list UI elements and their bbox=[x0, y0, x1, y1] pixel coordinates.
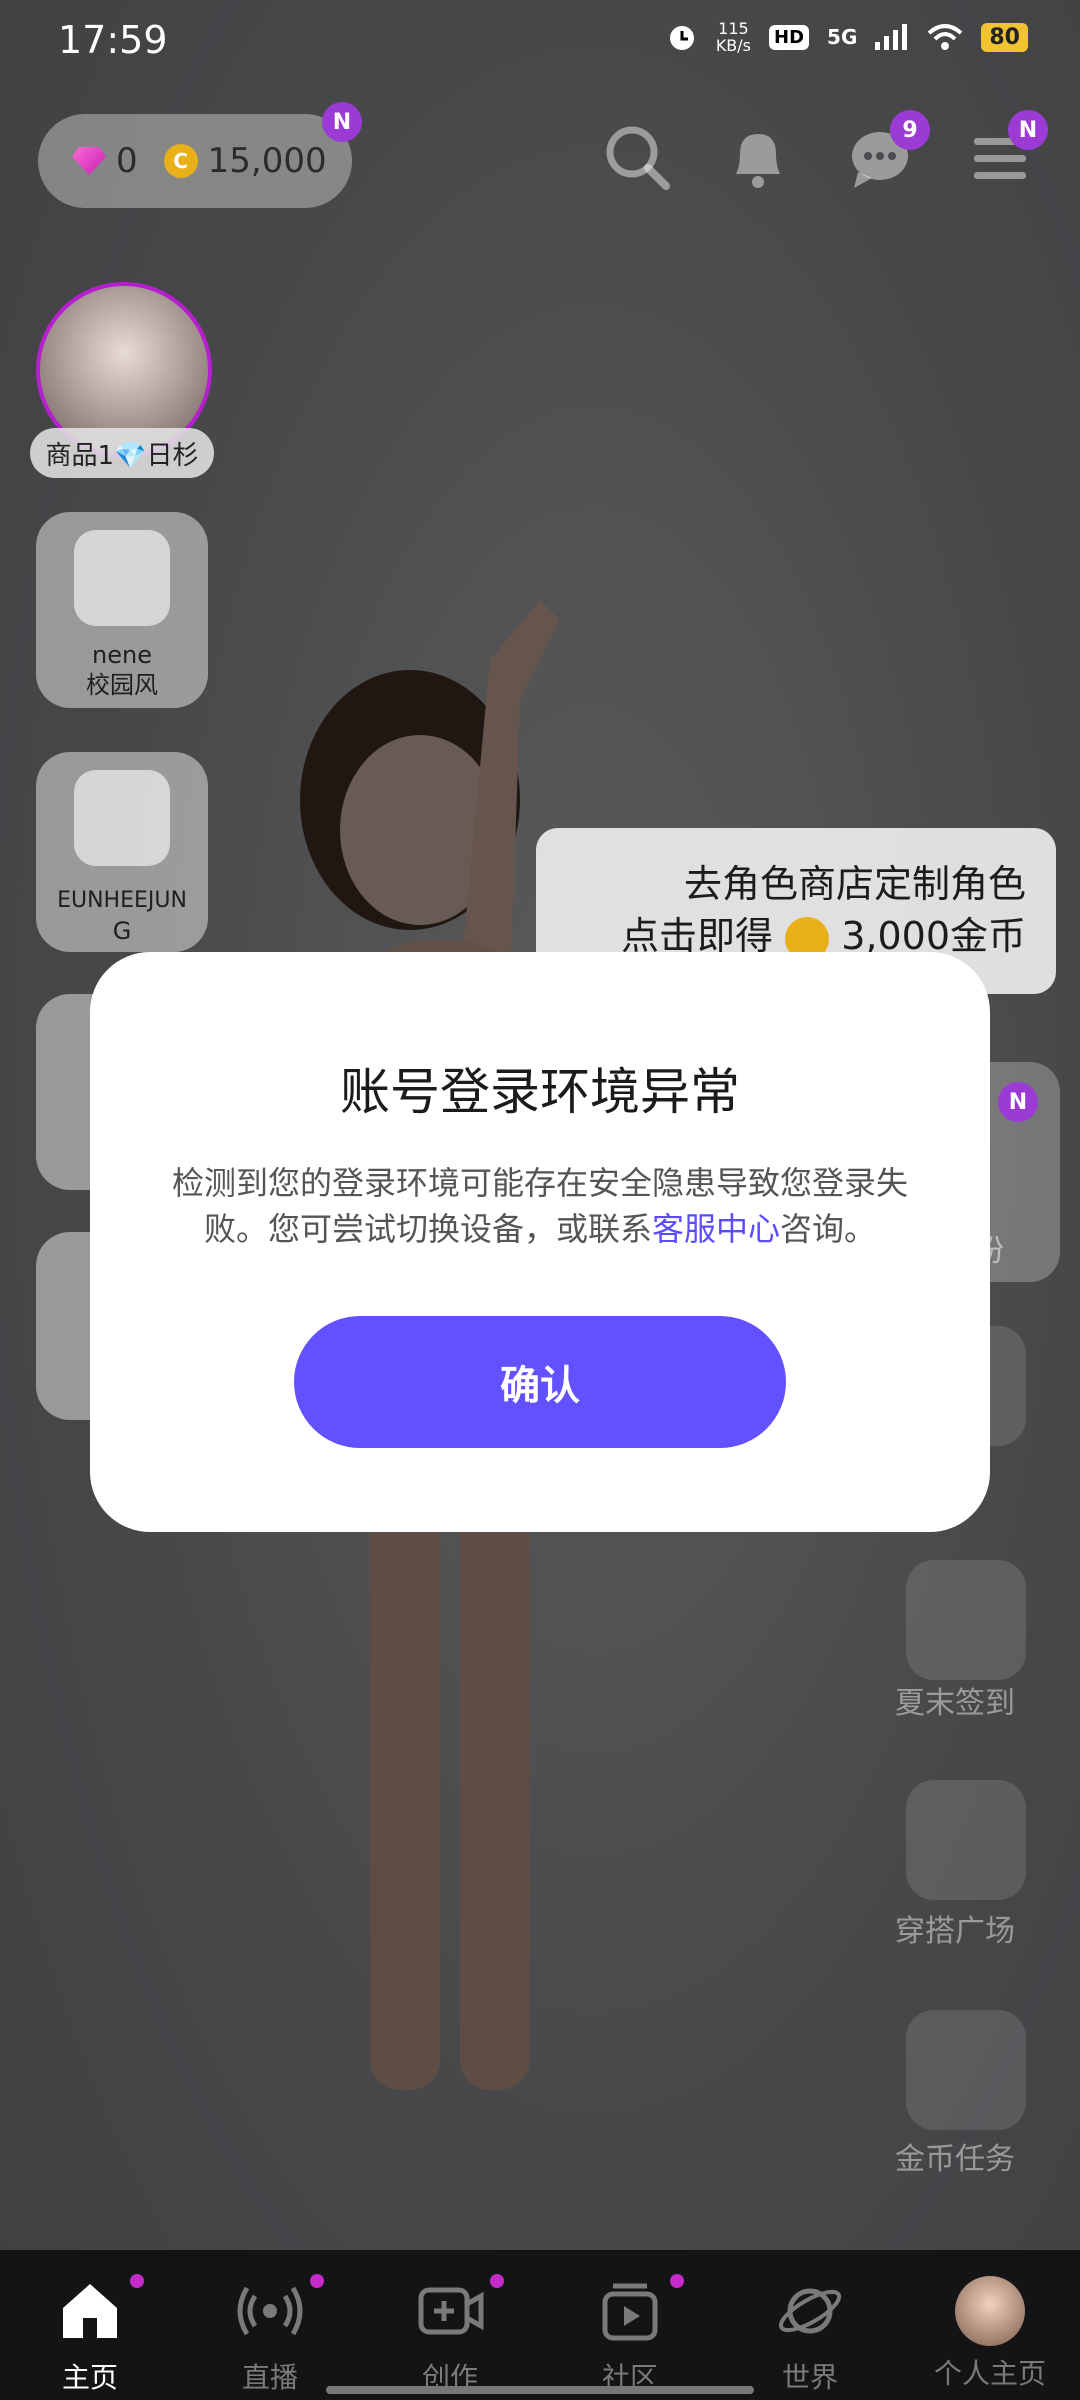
checkin-label[interactable]: 夏末签到 bbox=[870, 1678, 1040, 1722]
signal-icon bbox=[875, 24, 908, 50]
outfit-thumb bbox=[74, 530, 170, 626]
nav-label: 主页 bbox=[61, 2361, 118, 2394]
nav-tab-home[interactable]: 主页 bbox=[0, 2250, 180, 2400]
net-speed-value: 115 bbox=[718, 19, 749, 38]
wallet-pill[interactable]: 0 C 15,000 bbox=[38, 114, 352, 208]
live-icon bbox=[237, 2286, 303, 2336]
world-icon bbox=[778, 2288, 842, 2334]
alarm-icon bbox=[669, 26, 694, 50]
dialog-message-part2: 咨询。 bbox=[780, 1210, 877, 1248]
profile-avatar-icon bbox=[955, 2276, 1025, 2346]
card-label-line2: 校园风 bbox=[86, 671, 158, 699]
card-label-line1: nene bbox=[92, 641, 152, 669]
confirm-button[interactable]: 确认 bbox=[294, 1316, 786, 1448]
battery-indicator: 80 bbox=[981, 22, 1028, 52]
dialog-title: 账号登录环境异常 bbox=[340, 1063, 740, 1121]
coin-task-label[interactable]: 金币任务 bbox=[870, 2134, 1040, 2178]
nav-tab-live[interactable]: 直播 bbox=[180, 2250, 360, 2400]
status-icons: 115 KB/s HD 5G 80 bbox=[666, 20, 1028, 54]
create-icon bbox=[418, 2287, 484, 2335]
outfit-plaza-icon[interactable] bbox=[906, 1780, 1026, 1900]
nav-dot bbox=[130, 2274, 144, 2288]
dialog-message: 检测到您的登录环境可能存在安全隐患导致您登录失败。您可尝试切换设备，或联系客服中… bbox=[150, 1160, 930, 1252]
nav-tab-profile[interactable]: 个人主页 bbox=[900, 2250, 1080, 2400]
bell-icon[interactable] bbox=[722, 122, 794, 194]
network-speed: 115 KB/s bbox=[716, 20, 751, 54]
status-time: 17:59 bbox=[58, 18, 168, 62]
login-warning-dialog: 账号登录环境异常 检测到您的登录环境可能存在安全隐患导致您登录失败。您可尝试切换… bbox=[90, 952, 990, 1532]
nav-tab-community[interactable]: 社区 bbox=[540, 2250, 720, 2400]
card-label-line2: G bbox=[112, 917, 132, 945]
dress-new-badge: N bbox=[998, 1082, 1038, 1122]
nav-label: 个人主页 bbox=[933, 2357, 1046, 2390]
gem-icon bbox=[72, 147, 106, 175]
status-bar: 17:59 115 KB/s HD 5G 80 bbox=[0, 0, 1080, 84]
home-icon bbox=[63, 2284, 117, 2338]
calendar-checkin-icon[interactable] bbox=[906, 1560, 1026, 1680]
net-speed-unit: KB/s bbox=[715, 36, 752, 55]
nav-dot bbox=[310, 2274, 324, 2288]
nav-tab-create[interactable]: 创作 bbox=[360, 2250, 540, 2400]
outfit-plaza-label[interactable]: 穿搭广场 bbox=[870, 1906, 1040, 1950]
tooltip-line1: 去角色商店定制角色 bbox=[683, 862, 1026, 906]
network-type: 5G bbox=[827, 25, 858, 49]
outfit-card-nene[interactable]: nene 校园风 bbox=[36, 512, 208, 708]
chat-count-badge: 9 bbox=[890, 110, 930, 150]
nav-tab-world[interactable]: 世界 bbox=[720, 2250, 900, 2400]
wifi-icon bbox=[928, 24, 963, 50]
featured-avatar-label: 商品1💎日杉 bbox=[30, 428, 214, 478]
community-icon bbox=[602, 2283, 658, 2341]
outfit-thumb bbox=[74, 770, 170, 866]
gem-count: 0 bbox=[116, 141, 138, 181]
wallet-new-badge: N bbox=[322, 102, 362, 142]
card-label-line1: EUNHEEJUN bbox=[57, 888, 187, 913]
coin-task-icon[interactable] bbox=[906, 2010, 1026, 2130]
bottom-nav: 主页 直播 创作 社区 世界 个人主页 bbox=[0, 2250, 1080, 2400]
hd-badge: HD bbox=[769, 24, 810, 50]
search-icon[interactable] bbox=[602, 122, 674, 194]
home-indicator[interactable] bbox=[326, 2386, 754, 2394]
nav-dot bbox=[490, 2274, 504, 2288]
coin-count: 15,000 bbox=[207, 141, 327, 181]
outfit-card-eunheejung[interactable]: EUNHEEJUN G bbox=[36, 752, 208, 952]
customer-service-link[interactable]: 客服中心 bbox=[652, 1210, 780, 1248]
nav-dot bbox=[670, 2274, 684, 2288]
coin-icon: C bbox=[163, 144, 198, 178]
menu-new-badge: N bbox=[1008, 110, 1048, 150]
